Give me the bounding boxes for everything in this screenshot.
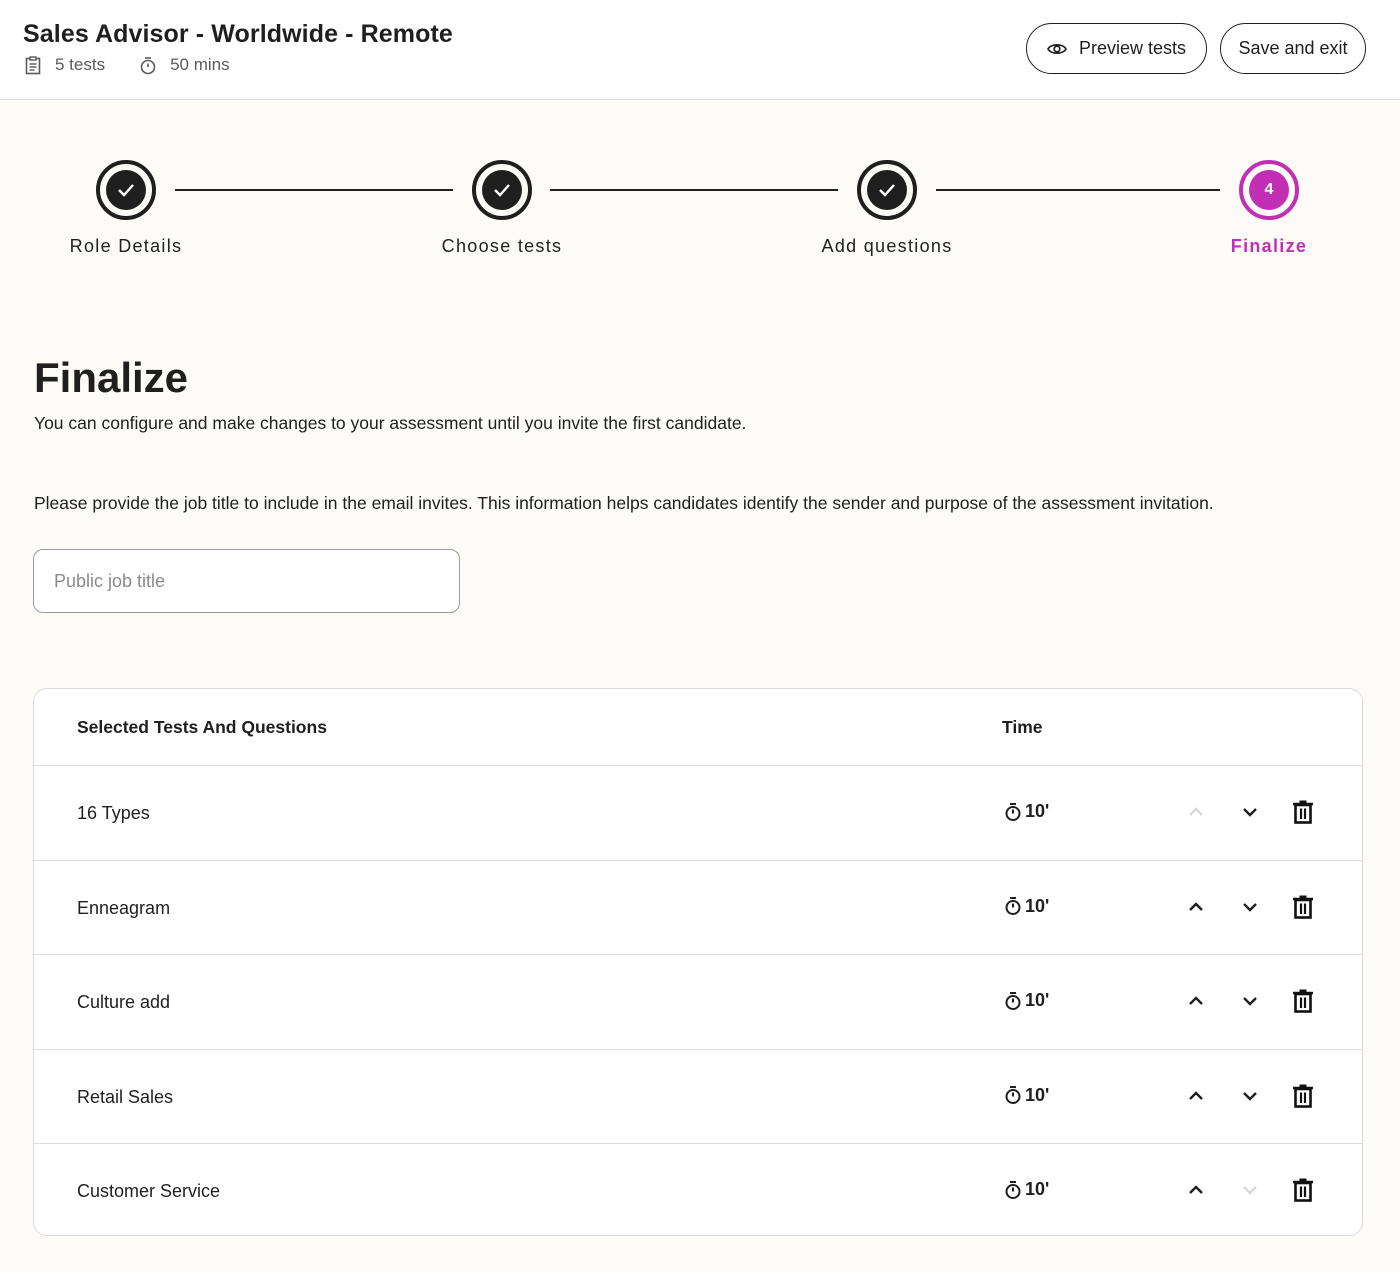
delete-button[interactable] xyxy=(1289,987,1317,1015)
move-down-button[interactable] xyxy=(1236,798,1264,826)
delete-button[interactable] xyxy=(1289,1082,1317,1110)
move-down-button xyxy=(1236,1176,1264,1204)
chevron-up-icon xyxy=(1189,1090,1203,1100)
eye-icon xyxy=(1046,43,1067,54)
stopwatch-icon xyxy=(1005,1086,1021,1104)
progress-stepper: Role Details Choose tests Add questions … xyxy=(0,160,1400,270)
trash-icon xyxy=(1293,895,1313,919)
test-time: 10' xyxy=(1004,1085,1049,1106)
duration: 50 mins xyxy=(139,55,230,75)
test-time-value: 10' xyxy=(1025,1084,1050,1105)
save-and-exit-button[interactable]: Save and exit xyxy=(1220,23,1366,74)
table-header: Selected Tests And Questions Time xyxy=(34,689,1362,766)
stopwatch-icon xyxy=(1005,991,1021,1010)
move-up-button[interactable] xyxy=(1182,893,1210,921)
check-icon xyxy=(494,184,510,197)
step-1-circle[interactable] xyxy=(96,160,156,220)
step-2-circle[interactable] xyxy=(472,160,532,220)
step-3-label[interactable]: Add questions xyxy=(822,236,953,257)
move-up-button[interactable] xyxy=(1182,987,1210,1015)
job-title-instruction: Please provide the job title to include … xyxy=(34,493,1214,513)
chevron-up-icon xyxy=(1189,807,1203,816)
top-bar: Sales Advisor - Worldwide - Remote 5 tes… xyxy=(0,0,1400,100)
step-connector xyxy=(550,189,838,191)
chevron-up-icon xyxy=(1189,1185,1203,1194)
clipboard-icon xyxy=(25,55,41,74)
stopwatch-icon xyxy=(140,56,156,74)
chevron-down-icon xyxy=(1243,1186,1257,1195)
move-down-button[interactable] xyxy=(1236,1082,1264,1110)
move-down-button[interactable] xyxy=(1236,893,1264,921)
move-up-button[interactable] xyxy=(1182,1082,1210,1110)
assessment-title: Sales Advisor - Worldwide - Remote xyxy=(23,20,453,48)
step-4-label: Finalize xyxy=(1230,236,1308,256)
table-row: 16 Types 10' xyxy=(34,766,1362,861)
test-time-value: 10' xyxy=(1025,801,1050,821)
test-name: Customer Service xyxy=(77,1181,221,1201)
step-2-label[interactable]: Choose tests xyxy=(442,236,563,257)
chevron-up-icon xyxy=(1189,996,1203,1005)
public-job-title-input[interactable] xyxy=(33,549,460,613)
preview-tests-button[interactable]: Preview tests xyxy=(1026,23,1207,74)
test-name: Enneagram xyxy=(77,897,171,918)
table-row: Retail Sales 10' xyxy=(34,1050,1362,1144)
page-title: Finalize xyxy=(34,354,189,401)
step-connector xyxy=(175,189,453,191)
selected-tests-table: Selected Tests And Questions Time 16 Typ… xyxy=(33,688,1363,1236)
duration-label: 50 mins xyxy=(170,55,230,74)
step-connector xyxy=(936,189,1220,191)
test-time-value: 10' xyxy=(1025,1179,1050,1199)
stopwatch-icon xyxy=(1005,897,1021,915)
step-1-label[interactable]: Role Details xyxy=(70,236,183,257)
table-row: Culture add 10' xyxy=(34,955,1362,1050)
step-4-number: 4 xyxy=(1249,170,1289,210)
delete-button[interactable] xyxy=(1289,1176,1317,1204)
tests-count-label: 5 tests xyxy=(55,55,106,74)
table-row: Enneagram 10' xyxy=(34,861,1362,955)
chevron-up-icon xyxy=(1189,901,1203,911)
preview-tests-label: Preview tests xyxy=(1078,38,1187,58)
stopwatch-icon xyxy=(1005,802,1021,821)
move-up-button[interactable] xyxy=(1182,1176,1210,1204)
chevron-down-icon xyxy=(1243,997,1257,1006)
test-name: Culture add xyxy=(77,992,171,1012)
trash-icon xyxy=(1293,989,1313,1013)
trash-icon xyxy=(1293,1084,1313,1108)
header-tests: Selected Tests And Questions xyxy=(77,717,327,737)
move-up-button xyxy=(1182,798,1210,826)
test-time: 10' xyxy=(1004,1179,1049,1200)
test-name: 16 Types xyxy=(77,803,150,823)
chevron-down-icon xyxy=(1243,808,1257,817)
test-time: 10' xyxy=(1004,801,1049,822)
step-3-circle[interactable] xyxy=(857,160,917,220)
delete-button[interactable] xyxy=(1289,893,1317,921)
test-time: 10' xyxy=(1004,896,1049,917)
test-time-value: 10' xyxy=(1025,990,1050,1010)
check-icon xyxy=(879,184,895,197)
tests-count: 5 tests xyxy=(24,55,105,75)
chevron-down-icon xyxy=(1243,1091,1257,1101)
test-time-value: 10' xyxy=(1025,895,1050,916)
step-4-circle: 4 xyxy=(1239,160,1299,220)
move-down-button[interactable] xyxy=(1236,987,1264,1015)
delete-button[interactable] xyxy=(1289,798,1317,826)
table-row: Customer Service 10' xyxy=(34,1144,1362,1235)
page-subtitle: You can configure and make changes to yo… xyxy=(34,413,747,433)
assessment-meta: 5 tests 50 mins xyxy=(24,55,264,75)
trash-icon xyxy=(1293,1178,1313,1202)
chevron-down-icon xyxy=(1243,902,1257,912)
stopwatch-icon xyxy=(1005,1180,1021,1199)
trash-icon xyxy=(1293,800,1313,824)
test-name: Retail Sales xyxy=(77,1086,174,1107)
header-time: Time xyxy=(1002,717,1043,737)
test-time: 10' xyxy=(1004,990,1049,1011)
check-icon xyxy=(118,184,134,197)
